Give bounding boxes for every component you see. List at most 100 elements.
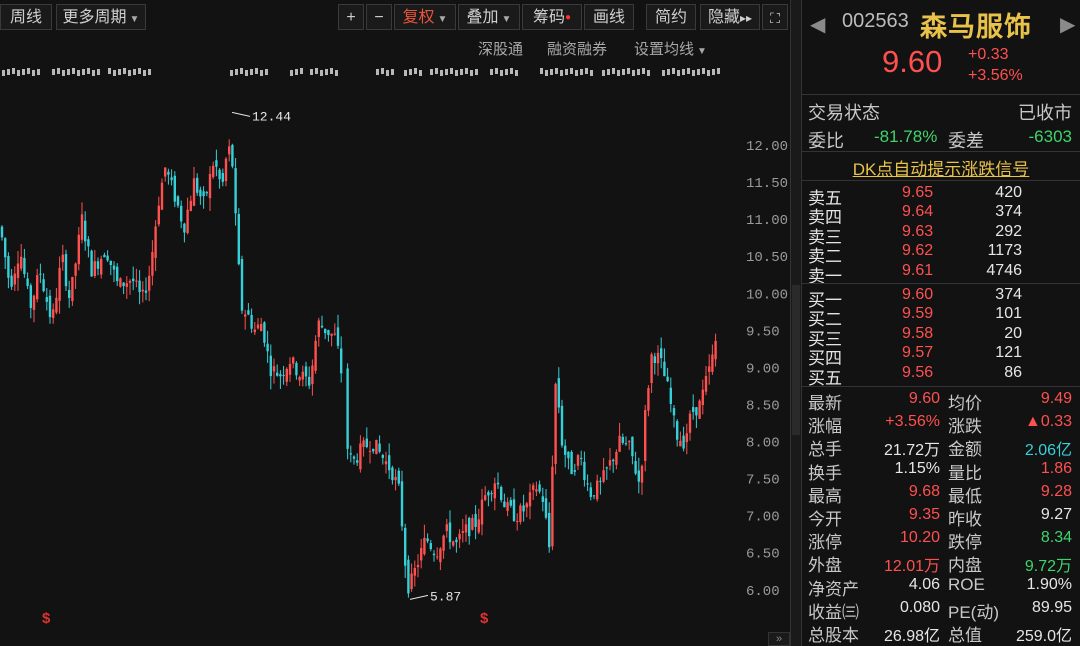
candle-body[interactable] (298, 377, 301, 381)
candle-body[interactable] (154, 226, 157, 258)
candle-body[interactable] (503, 501, 506, 508)
signal-marker[interactable] (465, 68, 468, 74)
candle-body[interactable] (618, 435, 621, 452)
signal-marker[interactable] (325, 69, 328, 75)
signal-marker[interactable] (381, 68, 384, 74)
candle-body[interactable] (0, 226, 4, 238)
candle-body[interactable] (656, 352, 660, 364)
zoom-out-button[interactable]: − (366, 4, 392, 30)
candle-body[interactable] (692, 407, 695, 412)
candle-body[interactable] (263, 322, 266, 343)
bid-price[interactable]: 9.59 (902, 305, 933, 323)
ask-price[interactable]: 9.62 (902, 242, 933, 260)
signal-marker[interactable] (475, 69, 478, 75)
candle-body[interactable] (186, 209, 189, 234)
ask-price[interactable]: 9.64 (902, 203, 933, 221)
bid-price[interactable]: 9.57 (902, 344, 933, 362)
signal-marker[interactable] (133, 69, 136, 75)
signal-marker[interactable] (409, 69, 412, 75)
signal-marker[interactable] (672, 68, 675, 74)
candle-body[interactable] (208, 173, 212, 199)
candle-body[interactable] (570, 451, 573, 475)
signal-marker[interactable] (580, 69, 583, 75)
candle-body[interactable] (695, 407, 698, 416)
candle-body[interactable] (4, 238, 7, 258)
candle-body[interactable] (452, 541, 455, 546)
candle-body[interactable] (288, 363, 292, 375)
candle-body[interactable] (589, 487, 592, 497)
candle-body[interactable] (340, 348, 343, 374)
candle-body[interactable] (202, 191, 205, 197)
candle-body[interactable] (599, 480, 602, 482)
signal-marker[interactable] (545, 70, 548, 76)
candle-body[interactable] (586, 483, 589, 485)
candle-body[interactable] (602, 470, 605, 482)
signal-marker[interactable] (143, 70, 146, 76)
candle-body[interactable] (112, 265, 116, 270)
candle-body[interactable] (192, 178, 196, 206)
signal-marker[interactable] (17, 70, 20, 76)
candle-body[interactable] (45, 297, 48, 302)
candle-body[interactable] (448, 522, 452, 543)
signal-marker[interactable] (612, 68, 615, 74)
candle-body[interactable] (176, 196, 180, 206)
candle-body[interactable] (244, 314, 247, 317)
candle-body[interactable] (458, 533, 461, 540)
dk-signal-link[interactable]: DK点自动提示涨跌信号 (802, 155, 1080, 180)
candle-body[interactable] (608, 460, 612, 466)
signal-marker[interactable] (637, 69, 640, 75)
signal-marker[interactable] (386, 70, 389, 76)
signal-marker[interactable] (570, 68, 573, 74)
sz-connect-link[interactable]: 深股通 (478, 38, 523, 60)
signal-marker[interactable] (430, 69, 433, 75)
candle-body[interactable] (356, 460, 359, 463)
candle-body[interactable] (16, 263, 20, 278)
candle-body[interactable] (36, 275, 39, 300)
candle-body[interactable] (480, 499, 484, 525)
candle-body[interactable] (528, 492, 532, 507)
candle-body[interactable] (615, 451, 618, 465)
candle-body[interactable] (320, 325, 324, 328)
candle-body[interactable] (548, 512, 551, 548)
signal-marker[interactable] (391, 69, 394, 75)
candle-body[interactable] (231, 144, 234, 167)
candle-body[interactable] (384, 461, 388, 465)
candle-body[interactable] (698, 400, 701, 419)
signal-marker[interactable] (560, 70, 563, 76)
candle-body[interactable] (653, 356, 656, 364)
candle-body[interactable] (135, 280, 138, 282)
expand-icon[interactable]: » (768, 632, 790, 646)
candle-body[interactable] (560, 405, 564, 446)
signal-marker[interactable] (632, 70, 635, 76)
candle-body[interactable] (144, 290, 148, 293)
candle-body[interactable] (410, 573, 413, 590)
candle-body[interactable] (621, 436, 624, 443)
candle-body[interactable] (669, 387, 672, 404)
candle-body[interactable] (455, 539, 458, 543)
candle-body[interactable] (164, 167, 167, 177)
candle-body[interactable] (512, 499, 516, 521)
candle-body[interactable] (631, 436, 634, 457)
candle-body[interactable] (416, 564, 420, 568)
candle-body[interactable] (311, 365, 314, 385)
signal-marker[interactable] (470, 70, 473, 76)
signal-marker[interactable] (290, 70, 293, 76)
candle-body[interactable] (573, 470, 576, 472)
candle-body[interactable] (128, 280, 132, 283)
signal-marker[interactable] (295, 69, 298, 75)
signal-marker[interactable] (245, 70, 248, 76)
candle-body[interactable] (708, 366, 711, 372)
candle-body[interactable] (484, 495, 487, 501)
panel-splitter[interactable] (790, 0, 802, 646)
candle-body[interactable] (378, 443, 381, 452)
signal-marker[interactable] (37, 69, 40, 75)
signal-marker[interactable] (82, 69, 85, 75)
candle-body[interactable] (221, 173, 224, 182)
ask-price[interactable]: 9.61 (902, 262, 933, 280)
candle-body[interactable] (10, 275, 13, 287)
candle-body[interactable] (58, 267, 61, 301)
ma-settings-dropdown[interactable]: 设置均线 ▼ (634, 38, 707, 60)
candle-body[interactable] (80, 214, 84, 240)
candle-body[interactable] (237, 214, 240, 265)
dividend-marker-icon[interactable]: $ (480, 610, 488, 627)
